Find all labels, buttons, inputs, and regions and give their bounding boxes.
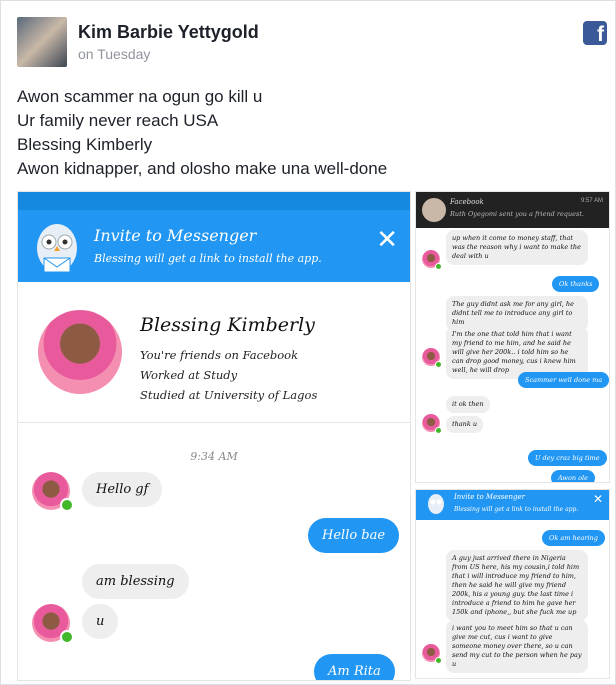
author-name[interactable]: Kim Barbie Yettygold — [78, 22, 259, 43]
profile-detail: Worked at Study — [140, 368, 238, 382]
message-outgoing: Awon ole — [551, 470, 595, 482]
online-indicator — [435, 427, 442, 434]
message-outgoing: U dey craz big time — [528, 450, 607, 466]
close-icon[interactable]: ✕ — [593, 492, 603, 506]
chat-timestamp: 9:34 AM — [190, 450, 238, 463]
message-outgoing: Ok am hearing — [542, 530, 605, 546]
message-incoming: it ok then — [446, 396, 490, 413]
message-incoming: i want you to meet him so that u can giv… — [446, 620, 588, 673]
notification-text: Ruth Oyegomi sent you a friend request. — [450, 210, 585, 218]
status-bar — [18, 192, 410, 210]
message-incoming: thank u — [446, 416, 484, 433]
profile-photo — [38, 310, 122, 394]
post-line: Blessing Kimberly — [17, 135, 153, 154]
online-indicator — [435, 361, 442, 368]
profile-name: Blessing Kimberly — [140, 314, 315, 336]
online-indicator — [60, 498, 74, 512]
screenshot-messenger-chat-2[interactable]: Invite to Messenger Blessing will get a … — [415, 489, 610, 679]
notification-title: Facebook — [450, 198, 484, 206]
facebook-icon: f — [583, 21, 607, 45]
invite-banner: Invite to Messenger Blessing will get a … — [18, 210, 410, 282]
message-incoming: A guy just arrived there in Nigeria from… — [446, 550, 588, 621]
invite-title: Invite to Messenger — [94, 226, 257, 245]
online-indicator — [435, 263, 442, 270]
screenshot-messenger-chat-1[interactable]: Facebook Ruth Oyegomi sent you a friend … — [415, 191, 610, 483]
post-line: Awon kidnapper, and olosho make una well… — [17, 159, 388, 178]
message-outgoing: Am Rita — [314, 654, 395, 680]
invite-banner: Invite to Messenger Blessing will get a … — [416, 490, 609, 520]
invite-subtitle: Blessing will get a link to install the … — [454, 506, 579, 513]
close-icon[interactable]: ✕ — [376, 226, 398, 252]
post-line: Ur family never reach USA — [17, 111, 219, 130]
message-outgoing: Hello bae — [308, 518, 400, 553]
notification-bar: Facebook Ruth Oyegomi sent you a friend … — [416, 192, 609, 228]
message-incoming: Hello gf — [82, 472, 163, 507]
profile-detail: You're friends on Facebook — [140, 348, 299, 362]
post-line: Awon scammer na ogun go kill u — [17, 87, 263, 106]
message-incoming: u — [82, 604, 119, 639]
message-incoming: up when it come to money staff, that was… — [446, 230, 588, 265]
author-avatar[interactable] — [17, 17, 67, 67]
divider — [18, 422, 410, 423]
owl-mascot-icon — [428, 494, 444, 514]
online-indicator — [435, 657, 442, 664]
message-incoming: am blessing — [82, 564, 189, 599]
invite-title: Invite to Messenger — [454, 493, 526, 501]
invite-subtitle: Blessing will get a link to install the … — [94, 252, 322, 265]
post-timestamp[interactable]: on Tuesday — [78, 46, 150, 62]
profile-detail: Studied at University of Lagos — [140, 388, 318, 402]
screenshot-messenger-main[interactable]: Invite to Messenger Blessing will get a … — [17, 191, 411, 681]
message-outgoing: Scammer well done ma — [518, 372, 609, 388]
notification-avatar — [422, 198, 446, 222]
message-outgoing: Ok thanks — [552, 276, 600, 292]
post-body: Awon scammer na ogun go kill u Ur family… — [17, 85, 387, 181]
online-indicator — [60, 630, 74, 644]
notification-time: 9:57 AM — [580, 198, 603, 204]
post-card: Kim Barbie Yettygold on Tuesday f Awon s… — [0, 0, 616, 685]
owl-mascot-icon — [37, 224, 77, 273]
